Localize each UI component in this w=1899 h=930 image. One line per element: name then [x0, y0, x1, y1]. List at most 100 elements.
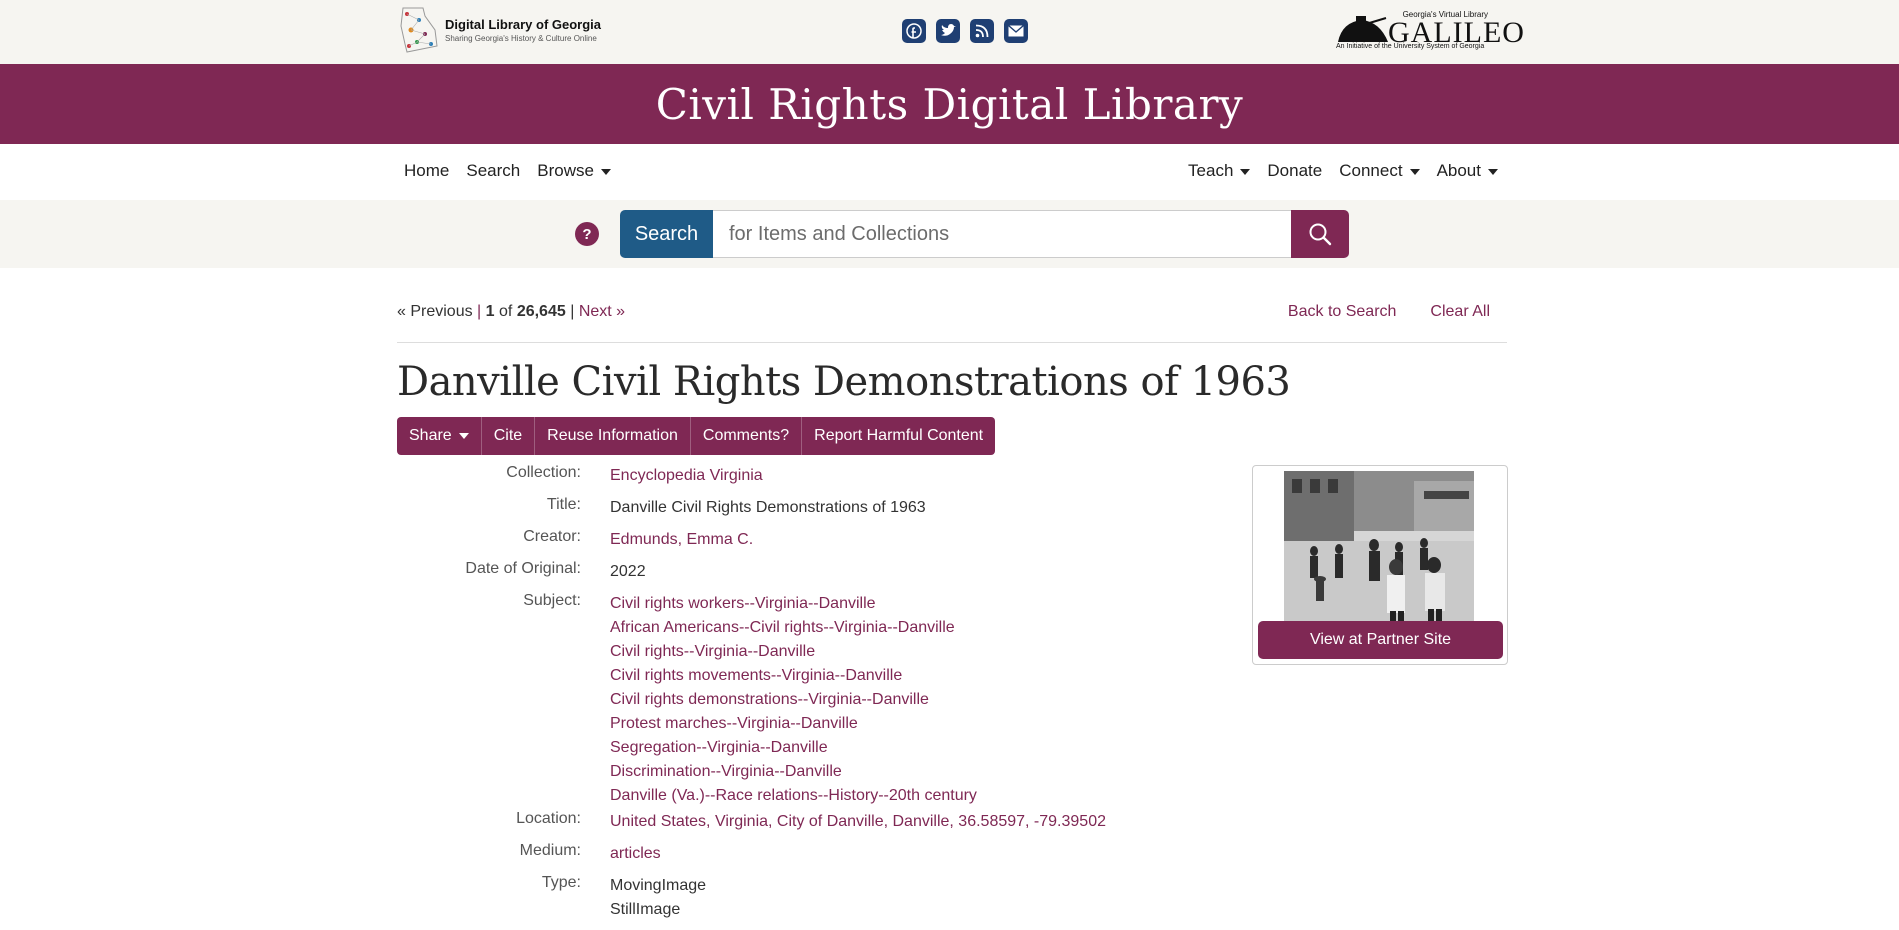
- search-help-icon[interactable]: ?: [575, 222, 599, 246]
- metadata-value-link[interactable]: African Americans--Civil rights--Virgini…: [610, 619, 955, 636]
- metadata-value-line: Danville (Va.)--Race relations--History-…: [610, 784, 977, 808]
- metadata-values: Danville Civil Rights Demonstrations of …: [610, 496, 926, 520]
- dlg-title: Digital Library of Georgia: [445, 17, 602, 32]
- metadata-value-line: Edmunds, Emma C.: [610, 528, 753, 552]
- thumbnail-card: View at Partner Site: [1252, 465, 1508, 665]
- metadata-label: Collection:: [506, 464, 581, 481]
- metadata-value-link[interactable]: United States, Virginia, City of Danvill…: [610, 813, 1106, 830]
- top-bar: Digital Library of Georgia Sharing Georg…: [0, 0, 1899, 64]
- clear-all-link[interactable]: Clear All: [1430, 303, 1490, 321]
- site-title[interactable]: Civil Rights Digital Library: [656, 80, 1244, 129]
- dlg-tagline: Sharing Georgia's History & Culture Onli…: [445, 34, 597, 43]
- record-actions: Share Cite Reuse Information Comments? R…: [397, 417, 996, 455]
- galileo-subtitle: An Initiative of the University System o…: [1336, 43, 1485, 50]
- metadata-row-type: Type: MovingImage StillImage: [397, 874, 1197, 922]
- caret-down-icon: [1488, 168, 1498, 175]
- report-harmful-content-button[interactable]: Report Harmful Content: [802, 417, 995, 455]
- metadata-value-link[interactable]: Discrimination--Virginia--Danville: [610, 763, 842, 780]
- share-button[interactable]: Share: [397, 417, 482, 455]
- metadata-value-line: Danville Civil Rights Demonstrations of …: [610, 496, 926, 520]
- nav-home[interactable]: Home: [404, 161, 449, 181]
- metadata-label: Medium:: [519, 842, 581, 859]
- metadata-value-link[interactable]: Civil rights demonstrations--Virginia--D…: [610, 691, 929, 708]
- metadata-label: Date of Original:: [465, 560, 581, 577]
- metadata-value-line: Segregation--Virginia--Danville: [610, 736, 977, 760]
- nav-teach[interactable]: Teach: [1188, 161, 1251, 181]
- site-banner: Civil Rights Digital Library: [0, 64, 1899, 144]
- metadata-value-line: articles: [610, 842, 661, 866]
- record-thumbnail[interactable]: [1284, 471, 1474, 621]
- divider: [397, 342, 1507, 343]
- twitter-icon[interactable]: [936, 19, 960, 43]
- search-submit-button[interactable]: [1291, 210, 1349, 258]
- current-index: 1: [485, 303, 495, 320]
- nav-connect[interactable]: Connect: [1339, 161, 1420, 181]
- metadata-value-link[interactable]: Encyclopedia Virginia: [610, 467, 763, 484]
- search-band: ? Search: [0, 200, 1899, 268]
- metadata-value: Danville Civil Rights Demonstrations of …: [610, 499, 926, 516]
- comments-button[interactable]: Comments?: [691, 417, 803, 455]
- nav-about[interactable]: About: [1437, 161, 1498, 181]
- metadata-row-location: Location: United States, Virginia, City o…: [397, 810, 1197, 834]
- metadata-value-line: Civil rights movements--Virginia--Danvil…: [610, 664, 977, 688]
- metadata-value-link[interactable]: Civil rights workers--Virginia--Danville: [610, 595, 876, 612]
- search-input[interactable]: [713, 210, 1291, 258]
- previous-link[interactable]: « Previous: [397, 303, 473, 320]
- metadata-value-link[interactable]: Segregation--Virginia--Danville: [610, 739, 828, 756]
- metadata-values: Civil rights workers--Virginia--Danville…: [610, 592, 977, 808]
- metadata-row-medium: Medium: articles: [397, 842, 1197, 866]
- total-results: 26,645: [516, 303, 566, 320]
- nav-search[interactable]: Search: [466, 161, 520, 181]
- caret-down-icon: [1409, 168, 1420, 175]
- email-icon[interactable]: [1004, 19, 1028, 43]
- metadata-values: articles: [610, 842, 661, 866]
- metadata-value-link[interactable]: Danville (Va.)--Race relations--History-…: [610, 787, 977, 804]
- metadata-list: Collection: Encyclopedia Virginia Title: Da…: [397, 464, 1197, 930]
- nav-donate[interactable]: Donate: [1267, 161, 1322, 181]
- galileo-logo[interactable]: Georgia's Virtual Library GALILEO An Ini…: [1336, 10, 1524, 54]
- view-at-partner-site-button[interactable]: View at Partner Site: [1258, 621, 1503, 659]
- caret-down-icon: [458, 433, 469, 439]
- metadata-values: MovingImage StillImage: [610, 874, 706, 922]
- metadata-value-line: Civil rights--Virginia--Danville: [610, 640, 977, 664]
- metadata-label: Location:: [516, 810, 581, 827]
- metadata-values: Edmunds, Emma C.: [610, 528, 753, 552]
- metadata-value-line: Encyclopedia Virginia: [610, 464, 763, 488]
- dlg-logo[interactable]: Digital Library of Georgia Sharing Georg…: [397, 6, 601, 54]
- metadata-value-link[interactable]: Edmunds, Emma C.: [610, 531, 753, 548]
- metadata-row-title: Title: Danville Civil Rights Demonstratio…: [397, 496, 1197, 520]
- metadata-value-line: African Americans--Civil rights--Virgini…: [610, 616, 977, 640]
- metadata-values: 2022: [610, 560, 646, 584]
- metadata-value-link[interactable]: Protest marches--Virginia--Danville: [610, 715, 858, 732]
- metadata-row-creator: Creator: Edmunds, Emma C.: [397, 528, 1197, 552]
- metadata-value-line: MovingImage: [610, 874, 706, 898]
- metadata-value-line: United States, Virginia, City of Danvill…: [610, 810, 1106, 834]
- metadata-value-line: Protest marches--Virginia--Danville: [610, 712, 977, 736]
- metadata-value-link[interactable]: Civil rights movements--Virginia--Danvil…: [610, 667, 902, 684]
- reuse-information-button[interactable]: Reuse Information: [535, 417, 691, 455]
- metadata-values: United States, Virginia, City of Danvill…: [610, 810, 1106, 834]
- back-to-search-link[interactable]: Back to Search: [1288, 303, 1397, 321]
- metadata-label: Type:: [541, 874, 581, 891]
- metadata-value: StillImage: [610, 901, 681, 918]
- social-links: [902, 19, 1028, 43]
- facebook-icon[interactable]: [902, 19, 926, 43]
- metadata-value-link[interactable]: Civil rights--Virginia--Danville: [610, 643, 815, 660]
- next-link[interactable]: Next »: [579, 303, 625, 320]
- metadata-value-line: Discrimination--Virginia--Danville: [610, 760, 977, 784]
- nav-browse[interactable]: Browse: [537, 161, 611, 181]
- metadata-row-subject: Subject: Civil rights workers--Virginia--…: [397, 592, 1197, 808]
- record-content: « Previous | 1 of 26,645 | Next » Back t…: [397, 288, 1508, 918]
- rss-icon[interactable]: [970, 19, 994, 43]
- result-pager: « Previous | 1 of 26,645 | Next » Back t…: [397, 303, 1490, 321]
- metadata-value: 2022: [610, 563, 646, 580]
- metadata-label: Creator:: [523, 528, 581, 545]
- metadata-value-line: Civil rights demonstrations--Virginia--D…: [610, 688, 977, 712]
- magnifier-icon: [1309, 223, 1332, 246]
- georgia-map-icon: [397, 6, 439, 54]
- caret-down-icon: [600, 168, 611, 175]
- metadata-value-line: Civil rights workers--Virginia--Danville: [610, 592, 977, 616]
- cite-button[interactable]: Cite: [482, 417, 536, 455]
- metadata-value-link[interactable]: articles: [610, 845, 661, 862]
- main-nav: Home Search Browse Teach Donate Connect …: [0, 144, 1899, 200]
